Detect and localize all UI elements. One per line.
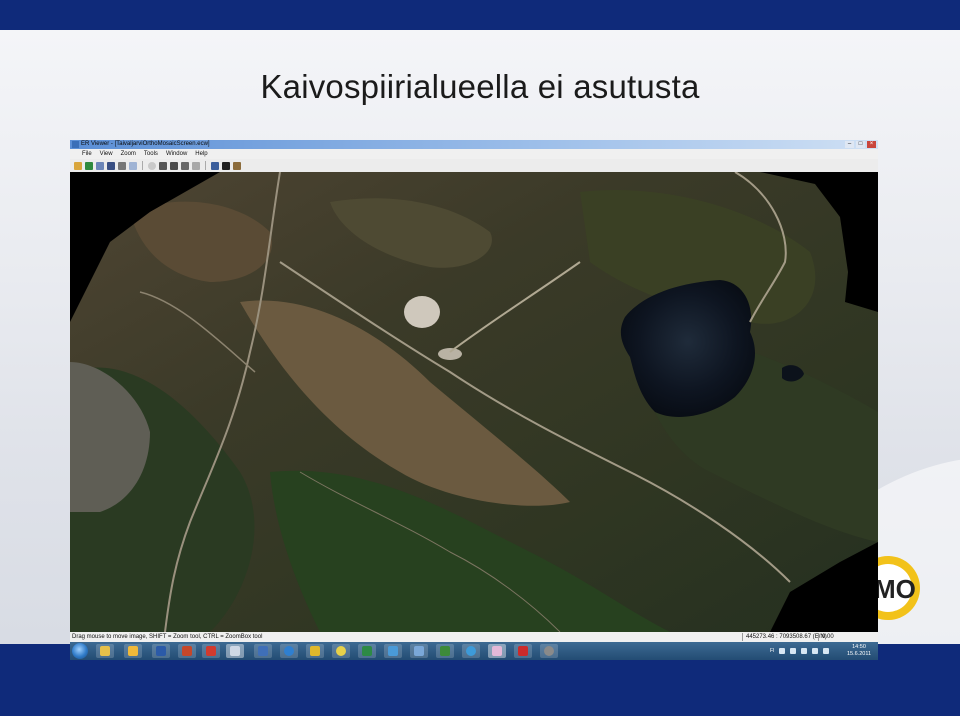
taskbar-app-messenger[interactable] — [384, 644, 402, 658]
taskbar-app-acrobat[interactable] — [514, 644, 532, 658]
menu-window[interactable]: Window — [166, 151, 187, 157]
copy-image-icon[interactable] — [129, 161, 137, 170]
network-icon[interactable] — [779, 648, 786, 654]
open-folder-icon[interactable] — [85, 161, 93, 170]
menu-zoom[interactable]: Zoom — [121, 151, 136, 157]
arrow-app-icon — [310, 646, 320, 656]
taskbar-app-powerpoint[interactable] — [178, 644, 196, 658]
status-divider — [742, 633, 743, 641]
tray-language[interactable]: FI — [770, 648, 774, 654]
menu-view[interactable]: View — [100, 151, 113, 157]
acrobat-icon — [518, 646, 528, 656]
app-icon — [72, 141, 79, 148]
start-button[interactable] — [72, 643, 88, 659]
zoom-in-icon[interactable] — [170, 161, 178, 170]
charts-icon — [230, 646, 240, 656]
status-divider — [818, 633, 819, 641]
toolbar — [70, 159, 878, 172]
er-viewer-window: ER Viewer - [TaivaljarviOrthoMosaicScree… — [70, 140, 878, 660]
measure-icon[interactable] — [233, 161, 241, 170]
notepad-icon — [414, 646, 424, 656]
close-button[interactable]: × — [867, 141, 876, 148]
minimize-button[interactable]: – — [845, 141, 854, 148]
clock-date: 15.6.2011 — [846, 651, 872, 657]
monitor-icon[interactable] — [790, 648, 797, 654]
vpn-icon — [258, 646, 268, 656]
toolbar-separator — [142, 161, 143, 170]
toolbar-separator — [205, 161, 206, 170]
word-icon — [156, 646, 166, 656]
taskbar-app-gimp[interactable] — [540, 644, 558, 658]
pdf-tool-icon — [206, 646, 216, 656]
folder-icon — [128, 646, 138, 656]
zoom-icon[interactable] — [159, 161, 167, 170]
media-player-icon — [440, 646, 450, 656]
taskbar-app-word[interactable] — [152, 644, 170, 658]
taskbar-app-notepad[interactable] — [410, 644, 428, 658]
taskbar-app-folder[interactable] — [124, 644, 142, 658]
info-icon[interactable] — [211, 161, 219, 170]
pan-icon[interactable] — [148, 161, 156, 170]
ie-icon — [466, 646, 476, 656]
messenger-icon — [388, 646, 398, 656]
explorer-icon — [100, 646, 110, 656]
menu-tools[interactable]: Tools — [144, 151, 158, 157]
aerial-image — [70, 172, 878, 632]
windows-taskbar: FI 14:50 15.6.2011 — [70, 642, 878, 660]
battery-icon[interactable] — [823, 648, 830, 654]
window-title: ER Viewer - [TaivaljarviOrthoMosaicScree… — [81, 141, 210, 147]
logo-text: MO — [874, 574, 916, 604]
taskbar-clock[interactable]: 14:50 15.6.2011 — [846, 644, 872, 658]
taskbar-app-explorer[interactable] — [96, 644, 114, 658]
browser-icon — [284, 646, 294, 656]
status-bar: Drag mouse to move image, SHIFT = Zoom t… — [70, 632, 878, 642]
excel-icon — [362, 646, 372, 656]
taskbar-app-arrow[interactable] — [306, 644, 324, 658]
gimp-icon — [544, 646, 554, 656]
map-viewport[interactable] — [70, 172, 878, 632]
save-icon[interactable] — [107, 161, 115, 170]
taskbar-app-viewer[interactable] — [488, 644, 506, 658]
taskbar-app-pdf-tool[interactable] — [202, 644, 220, 658]
window-controls: – □ × — [845, 141, 876, 148]
print-icon[interactable] — [118, 161, 126, 170]
taskbar-app-charts[interactable] — [226, 644, 244, 658]
pointer-icon[interactable] — [222, 161, 230, 170]
maximize-button[interactable]: □ — [856, 141, 865, 148]
taskbar-app-media-player[interactable] — [436, 644, 454, 658]
clock-time: 14:50 — [852, 644, 866, 650]
taskbar-app-excel[interactable] — [358, 644, 376, 658]
viewer-icon — [492, 646, 502, 656]
zoom-out-icon[interactable] — [181, 161, 189, 170]
status-zoom: 0.00 — [822, 634, 834, 640]
window-titlebar[interactable]: ER Viewer - [TaivaljarviOrthoMosaicScree… — [70, 140, 878, 149]
slide-title: Kaivospiirialueella ei asutusta — [260, 68, 700, 105]
taskbar-app-ie-alt[interactable] — [332, 644, 350, 658]
taskbar-app-ie[interactable] — [462, 644, 480, 658]
flag-icon[interactable] — [801, 648, 808, 654]
copy-icon[interactable] — [96, 161, 104, 170]
system-tray: FI — [770, 642, 830, 660]
status-coordinates: 445273.46 : 7093508.67 (E/N) — [746, 634, 827, 640]
volume-icon[interactable] — [812, 648, 819, 654]
status-message: Drag mouse to move image, SHIFT = Zoom t… — [72, 634, 263, 640]
powerpoint-icon — [182, 646, 192, 656]
taskbar-app-vpn[interactable] — [254, 644, 272, 658]
zoom-box-icon[interactable] — [192, 161, 200, 170]
top-band — [0, 0, 960, 30]
menu-bar: File View Zoom Tools Window Help — [70, 149, 878, 159]
taskbar-app-browser[interactable] — [280, 644, 298, 658]
menu-help[interactable]: Help — [195, 151, 207, 157]
ie-alt-icon — [336, 646, 346, 656]
menu-file[interactable]: File — [82, 151, 92, 157]
open-icon[interactable] — [74, 161, 82, 170]
